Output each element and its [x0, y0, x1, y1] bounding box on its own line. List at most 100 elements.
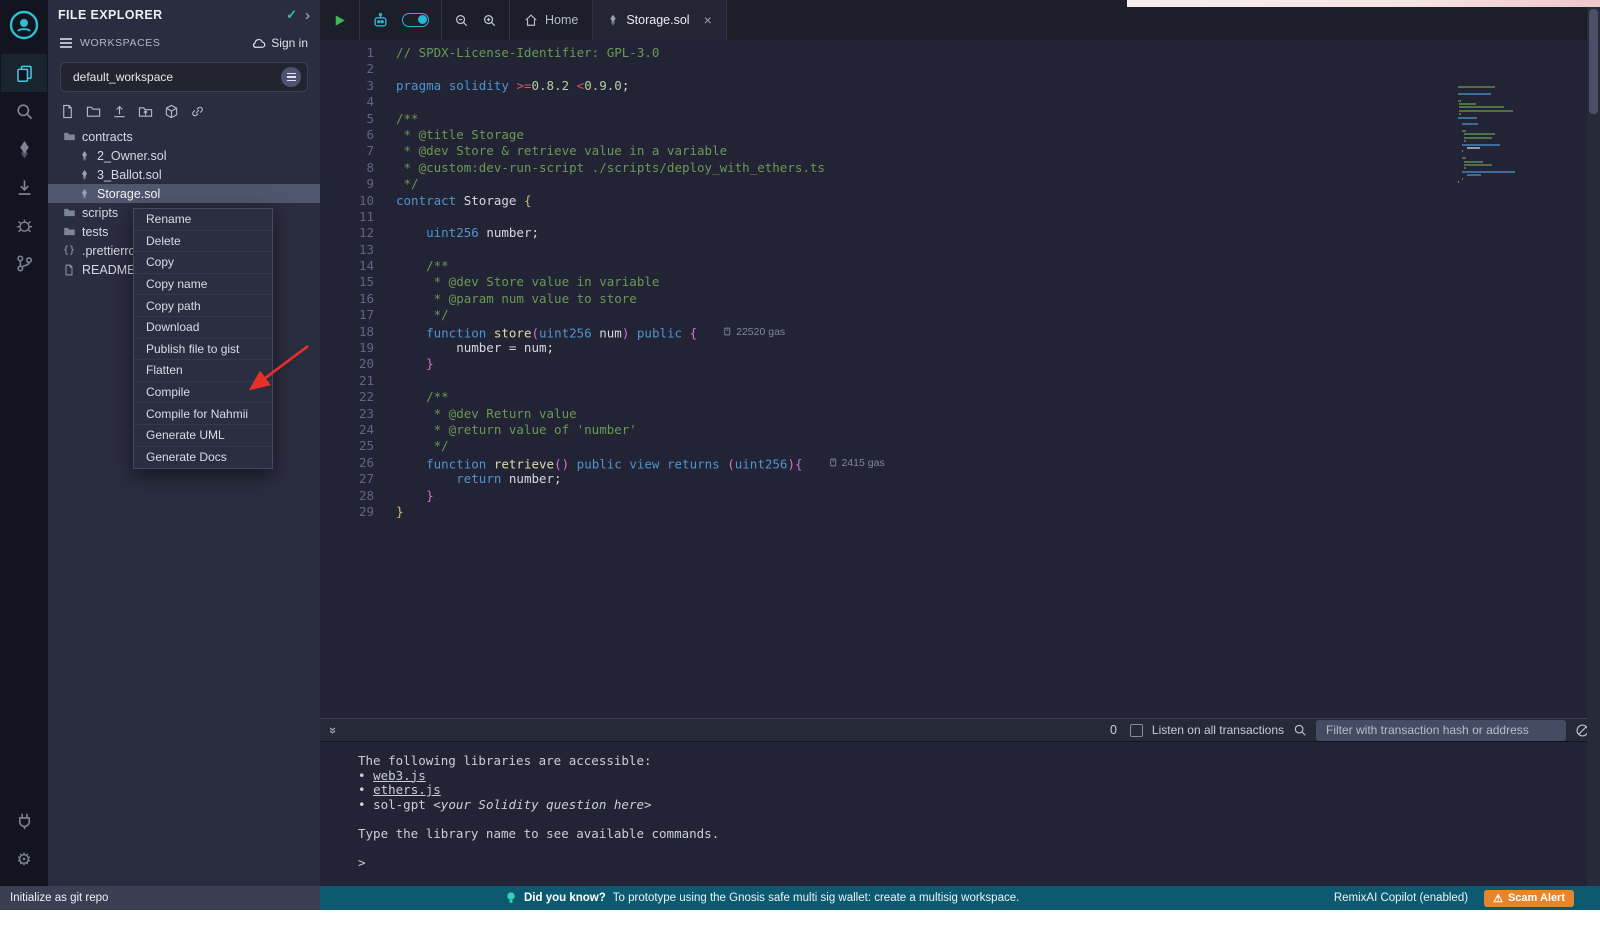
zoom-in-icon[interactable] — [482, 13, 497, 28]
code-line-25[interactable]: */ — [396, 438, 1600, 454]
ai-copilot-toggle[interactable] — [402, 13, 429, 27]
scrollbar-thumb[interactable] — [1589, 9, 1598, 114]
file-explorer-icon[interactable] — [1, 54, 47, 92]
code-line-8[interactable]: * @custom:dev-run-script ./scripts/deplo… — [396, 160, 1600, 176]
copilot-status[interactable]: RemixAI Copilot (enabled) — [1334, 892, 1468, 904]
code-line-14[interactable]: /** — [396, 258, 1600, 274]
settings-icon[interactable]: ⚙ — [1, 840, 47, 878]
transaction-filter-input[interactable] — [1316, 720, 1566, 741]
new-folder-icon[interactable] — [86, 104, 101, 119]
context-menu-item-generate-uml[interactable]: Generate UML — [134, 425, 272, 447]
code-line-13[interactable] — [396, 242, 1600, 258]
code-line-26[interactable]: function retrieve() public view returns … — [396, 455, 1600, 471]
check-icon[interactable]: ✓ — [286, 7, 297, 23]
tab-storage-sol[interactable]: Storage.sol × — [593, 0, 726, 40]
tree-item-2-owner-sol[interactable]: 2_Owner.sol — [48, 146, 320, 165]
expand-terminal-icon[interactable]: » — [326, 726, 341, 733]
terminal-link-ethers-js[interactable]: ethers.js — [373, 782, 441, 797]
code-line-27[interactable]: return number; — [396, 471, 1600, 487]
close-tab-icon[interactable]: × — [704, 13, 712, 27]
code-line-7[interactable]: * @dev Store & retrieve value in a varia… — [396, 143, 1600, 159]
link-icon[interactable] — [190, 104, 205, 119]
page-scrollbar[interactable] — [1587, 7, 1600, 886]
line-number: 15 — [320, 274, 374, 290]
code-line-4[interactable] — [396, 94, 1600, 110]
terminal-text: • — [358, 782, 373, 797]
terminal-output[interactable]: The following libraries are accessible:•… — [320, 742, 1600, 886]
play-icon[interactable] — [332, 13, 347, 28]
context-menu-item-generate-docs[interactable]: Generate Docs — [134, 447, 272, 469]
code-line-17[interactable]: */ — [396, 307, 1600, 323]
line-number: 19 — [320, 340, 374, 356]
remix-logo-icon[interactable] — [7, 8, 41, 42]
chevron-right-icon[interactable]: › — [305, 7, 310, 24]
context-menu-item-copy[interactable]: Copy — [134, 252, 272, 274]
scam-alert-button[interactable]: ⚠ Scam Alert — [1484, 890, 1574, 907]
code-line-21[interactable] — [396, 373, 1600, 389]
icon-rail: ⚙ — [0, 0, 48, 886]
tab-home[interactable]: Home — [510, 0, 593, 40]
context-menu-item-copy-name[interactable]: Copy name — [134, 274, 272, 296]
git-status[interactable]: Initialize as git repo — [0, 886, 320, 910]
upload-file-icon[interactable] — [112, 104, 127, 119]
context-menu-item-flatten[interactable]: Flatten — [134, 360, 272, 382]
plugin-manager-icon[interactable] — [1, 802, 47, 840]
context-menu-item-rename[interactable]: Rename — [134, 209, 272, 231]
context-menu-item-compile-for-nahmii[interactable]: Compile for Nahmii — [134, 403, 272, 425]
zoom-out-icon[interactable] — [454, 13, 469, 28]
upload-folder-icon[interactable] — [138, 104, 153, 119]
context-menu-item-copy-path[interactable]: Copy path — [134, 295, 272, 317]
code-line-22[interactable]: /** — [396, 389, 1600, 405]
context-menu: RenameDeleteCopyCopy nameCopy pathDownlo… — [133, 208, 273, 469]
workspace-select[interactable]: default_workspace — [60, 62, 308, 92]
code-line-12[interactable]: uint256 number; — [396, 225, 1600, 241]
line-number: 17 — [320, 307, 374, 323]
minimap-line — [1459, 103, 1476, 105]
code-line-28[interactable]: } — [396, 488, 1600, 504]
tree-item-label: 3_Ballot.sol — [97, 168, 162, 182]
code-line-9[interactable]: */ — [396, 176, 1600, 192]
code-line-10[interactable]: contract Storage { — [396, 193, 1600, 209]
code-line-2[interactable] — [396, 61, 1600, 77]
debugger-icon[interactable] — [1, 206, 47, 244]
sign-in-button[interactable]: Sign in — [251, 36, 308, 51]
code-line-18[interactable]: function store(uint256 num) public {2252… — [396, 324, 1600, 340]
terminal-search-icon[interactable] — [1293, 723, 1307, 737]
code-line-29[interactable]: } — [396, 504, 1600, 520]
code-line-23[interactable]: * @dev Return value — [396, 406, 1600, 422]
code-line-24[interactable]: * @return value of 'number' — [396, 422, 1600, 438]
tree-item-storage-sol[interactable]: Storage.sol — [48, 184, 320, 203]
context-menu-item-delete[interactable]: Delete — [134, 231, 272, 253]
hamburger-icon[interactable] — [60, 38, 72, 47]
code-editor[interactable]: 1234567891011121314151617181920212223242… — [320, 40, 1600, 718]
ai-robot-icon[interactable] — [372, 12, 389, 29]
code-line-19[interactable]: number = num; — [396, 340, 1600, 356]
code-line-1[interactable]: // SPDX-License-Identifier: GPL-3.0 — [396, 45, 1600, 61]
code-line-11[interactable] — [396, 209, 1600, 225]
code-line-6[interactable]: * @title Storage — [396, 127, 1600, 143]
deploy-and-run-icon[interactable] — [1, 168, 47, 206]
workspace-menu-icon[interactable] — [281, 67, 301, 87]
line-numbers: 1234567891011121314151617181920212223242… — [320, 40, 390, 718]
code-line-20[interactable]: } — [396, 356, 1600, 372]
code-line-5[interactable]: /** — [396, 111, 1600, 127]
search-icon[interactable] — [1, 92, 47, 130]
terminal-link-web3-js[interactable]: web3.js — [373, 768, 426, 783]
cube-icon[interactable] — [164, 104, 179, 119]
tree-item-3-ballot-sol[interactable]: 3_Ballot.sol — [48, 165, 320, 184]
new-file-icon[interactable] — [60, 104, 75, 119]
code-line-3[interactable]: pragma solidity >=0.8.2 <0.9.0; — [396, 78, 1600, 94]
context-menu-item-publish-file-to-gist[interactable]: Publish file to gist — [134, 339, 272, 361]
code-line-16[interactable]: * @param num value to store — [396, 291, 1600, 307]
git-icon[interactable] — [1, 244, 47, 282]
listen-checkbox[interactable] — [1130, 724, 1143, 737]
code-line-15[interactable]: * @dev Store value in variable — [396, 274, 1600, 290]
solidity-compiler-icon[interactable] — [1, 130, 47, 168]
code-content[interactable]: // SPDX-License-Identifier: GPL-3.0 pragm… — [390, 40, 1600, 718]
workspace-name: default_workspace — [73, 70, 173, 84]
context-menu-item-download[interactable]: Download — [134, 317, 272, 339]
context-menu-item-compile[interactable]: Compile — [134, 382, 272, 404]
tree-item-contracts[interactable]: contracts — [48, 127, 320, 146]
minimap[interactable] — [1458, 86, 1518, 184]
minimap-line — [1458, 100, 1461, 102]
